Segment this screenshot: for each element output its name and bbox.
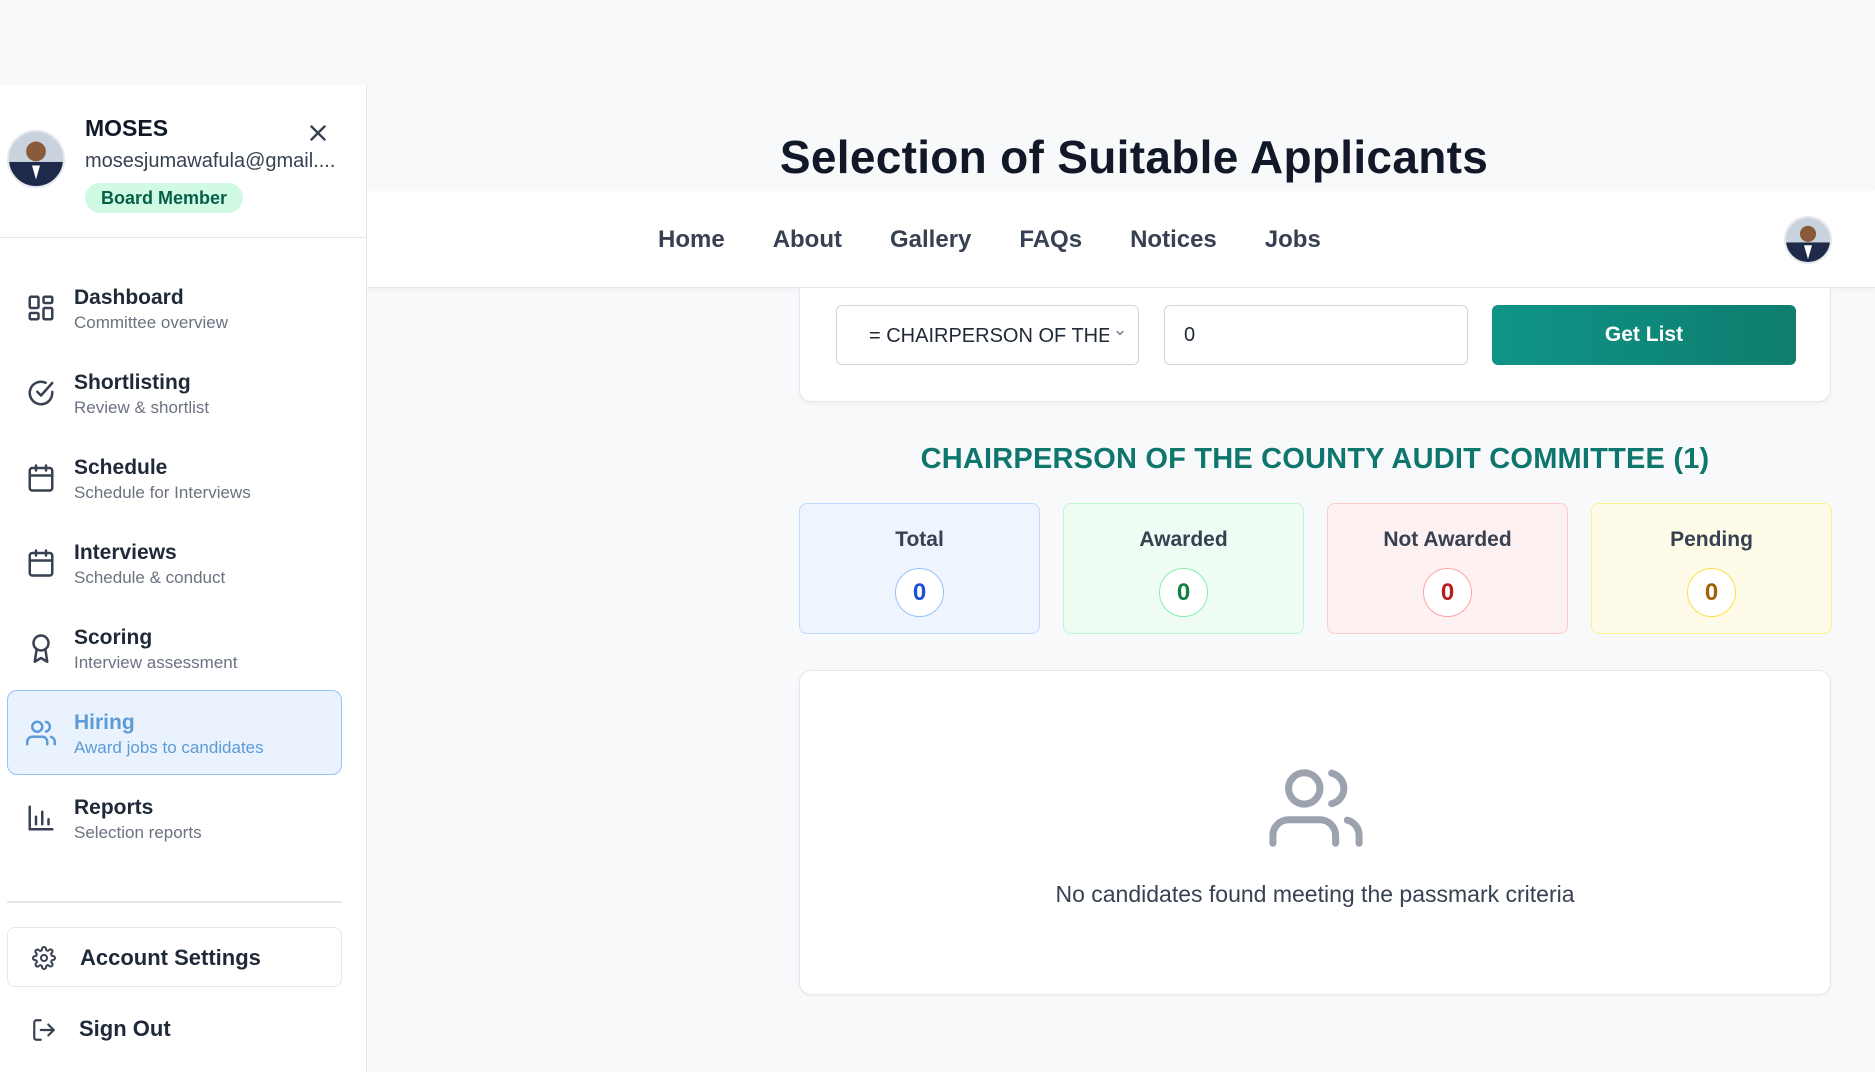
stat-label: Total: [895, 528, 944, 551]
position-select-value: = CHAIRPERSON OF THE...: [869, 325, 1109, 347]
stat-value: 0: [1687, 568, 1736, 617]
sidebar-item-interviews[interactable]: Interviews Schedule & conduct: [7, 520, 342, 605]
chevron-down-icon: [1116, 330, 1124, 336]
gear-icon: [32, 946, 56, 970]
nav-link-faqs[interactable]: FAQs: [1019, 226, 1082, 254]
stat-card-total: Total 0: [799, 503, 1040, 634]
stat-card-not-awarded: Not Awarded 0: [1327, 503, 1568, 634]
profile-email: mosesjumawafula@gmail....: [85, 150, 336, 172]
sidebar: MOSES mosesjumawafula@gmail.... Board Me…: [0, 85, 367, 1072]
calendar-icon: [28, 549, 54, 577]
sidebar-item-scoring[interactable]: Scoring Interview assessment: [7, 605, 342, 690]
navbar-avatar[interactable]: [1784, 216, 1832, 264]
sign-out-button[interactable]: Sign Out: [7, 999, 342, 1059]
sidebar-item-sublabel: Award jobs to candidates: [74, 738, 264, 757]
sidebar-item-label: Hiring: [74, 711, 135, 734]
profile-avatar: [7, 130, 65, 188]
passmark-input[interactable]: [1164, 305, 1468, 365]
stat-value: 0: [1159, 568, 1208, 617]
sidebar-item-shortlisting[interactable]: Shortlisting Review & shortlist: [7, 350, 342, 435]
profile-name: MOSES: [85, 115, 169, 141]
nav-link-jobs[interactable]: Jobs: [1265, 226, 1321, 254]
sidebar-profile: MOSES mosesjumawafula@gmail.... Board Me…: [0, 85, 367, 238]
sidebar-item-hiring[interactable]: Hiring Award jobs to candidates: [7, 690, 342, 775]
sidebar-item-label: Interviews: [74, 541, 177, 564]
sidebar-item-sublabel: Review & shortlist: [74, 398, 210, 417]
sidebar-item-sublabel: Schedule for Interviews: [74, 483, 251, 502]
bar-chart-icon: [28, 805, 54, 831]
position-heading: CHAIRPERSON OF THE COUNTY AUDIT COMMITTE…: [920, 443, 1710, 475]
calendar-icon: [28, 464, 54, 492]
sidebar-item-label: Dashboard: [74, 286, 184, 309]
sidebar-item-sublabel: Interview assessment: [74, 653, 238, 672]
sidebar-item-label: Scoring: [74, 626, 153, 649]
sidebar-item-label: Reports: [74, 796, 154, 819]
sidebar-item-schedule[interactable]: Schedule Schedule for Interviews: [7, 435, 342, 520]
stat-value: 0: [895, 568, 944, 617]
sidebar-item-sublabel: Committee overview: [74, 313, 228, 332]
empty-state-message: No candidates found meeting the passmark…: [1055, 881, 1575, 907]
sidebar-item-label: Shortlisting: [74, 371, 191, 394]
get-list-button[interactable]: Get List: [1492, 305, 1796, 365]
logout-icon: [33, 1019, 55, 1041]
sidebar-item-sublabel: Schedule & conduct: [74, 568, 226, 587]
sidebar-menu: Dashboard Committee overview Shortlistin…: [7, 265, 342, 860]
stat-value: 0: [1423, 568, 1472, 617]
stat-label: Not Awarded: [1383, 528, 1512, 551]
filter-card: = CHAIRPERSON OF THE... Get List: [799, 288, 1831, 402]
sidebar-item-label: Schedule: [74, 456, 168, 479]
award-icon: [32, 634, 50, 663]
nav-link-about[interactable]: About: [773, 226, 842, 254]
role-badge: Board Member: [85, 183, 244, 213]
close-icon[interactable]: [305, 120, 331, 146]
account-settings-button[interactable]: Account Settings: [7, 927, 342, 987]
nav-link-notices[interactable]: Notices: [1130, 226, 1217, 254]
check-circle-icon: [28, 380, 54, 406]
sidebar-item-reports[interactable]: Reports Selection reports: [7, 775, 342, 860]
users-icon: [26, 720, 56, 746]
stat-card-pending: Pending 0: [1591, 503, 1832, 634]
account-settings-label: Account Settings: [80, 945, 261, 970]
nav-link-home[interactable]: Home: [658, 226, 725, 254]
sidebar-divider: [7, 901, 342, 903]
dashboard-icon: [28, 295, 54, 321]
sign-out-label: Sign Out: [79, 1016, 171, 1041]
stat-label: Pending: [1670, 528, 1753, 551]
position-select[interactable]: = CHAIRPERSON OF THE...: [836, 305, 1139, 365]
stat-label: Awarded: [1139, 528, 1228, 551]
nav-links: Home About Gallery FAQs Notices Jobs: [658, 191, 1321, 288]
sidebar-item-sublabel: Selection reports: [74, 823, 202, 842]
sidebar-item-dashboard[interactable]: Dashboard Committee overview: [7, 265, 342, 350]
nav-link-gallery[interactable]: Gallery: [890, 226, 971, 254]
users-icon: [1269, 769, 1363, 847]
stat-card-awarded: Awarded 0: [1063, 503, 1304, 634]
empty-state-card: No candidates found meeting the passmark…: [799, 670, 1831, 995]
